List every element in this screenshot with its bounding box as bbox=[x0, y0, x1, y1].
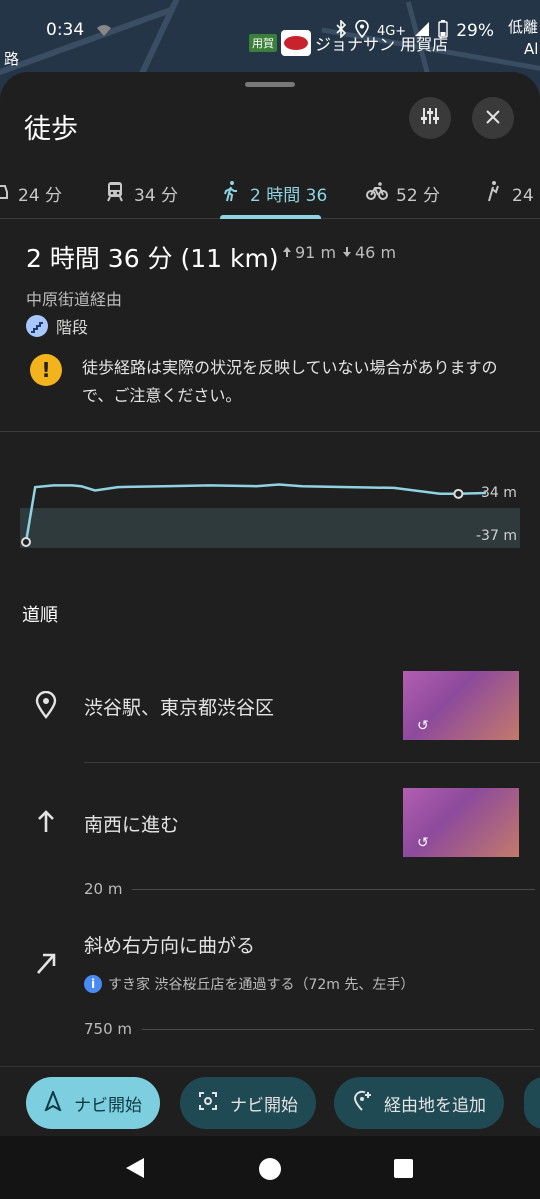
close-icon bbox=[485, 106, 501, 130]
tab-transit-label: 34 分 bbox=[134, 185, 179, 206]
direction-step[interactable]: 斜め右方向に曲がる i すき家 渋谷桜丘店を通過する（72m 先、左手） bbox=[0, 927, 540, 1027]
step-distance-value: 20 m bbox=[84, 880, 123, 898]
step-landmark-hint: i すき家 渋谷桜丘店を通過する（72m 先、左手） bbox=[84, 974, 414, 994]
back-icon[interactable] bbox=[124, 1156, 146, 1184]
step-distance: 20 m bbox=[84, 880, 536, 898]
tab-walk[interactable]: 2 時間 36 bbox=[220, 167, 327, 219]
ascent-value: 91 m bbox=[295, 243, 337, 262]
route-feature-label: 階段 bbox=[56, 318, 89, 337]
bike-icon bbox=[366, 180, 388, 207]
direction-step[interactable]: 南西に進む ↺ bbox=[0, 788, 540, 878]
status-right: 4G+ 29% bbox=[335, 19, 494, 42]
route-feature: 階段 bbox=[26, 314, 88, 338]
battery-percent: 29% bbox=[456, 21, 494, 41]
status-time: 0:34 bbox=[46, 20, 85, 40]
step-label: 渋谷駅、東京都渋谷区 bbox=[84, 697, 275, 719]
bluetooth-icon bbox=[335, 19, 347, 42]
step-label: 南西に進む bbox=[84, 814, 180, 836]
tab-transit[interactable]: 34 分 bbox=[104, 167, 178, 219]
tab-rideshare[interactable]: 24 分 bbox=[482, 167, 540, 219]
tune-icon bbox=[420, 106, 440, 131]
direction-step[interactable]: 渋谷駅、東京都渋谷区 ↺ bbox=[0, 671, 540, 766]
tab-walk-label: 2 時間 36 bbox=[250, 185, 328, 206]
network-type: 4G+ bbox=[376, 23, 407, 39]
recents-icon[interactable] bbox=[394, 1159, 413, 1182]
tab-bike-label: 52 分 bbox=[396, 185, 441, 206]
start-navigation-label: ナビ開始 bbox=[74, 1095, 142, 1116]
live-view-icon bbox=[198, 1091, 218, 1116]
battery-icon bbox=[438, 20, 448, 42]
info-icon: i bbox=[84, 975, 102, 993]
tab-car[interactable]: 24 分 bbox=[0, 167, 62, 219]
active-tab-indicator bbox=[220, 215, 321, 219]
elevation-chart-svg bbox=[20, 483, 520, 548]
close-button[interactable] bbox=[472, 97, 514, 139]
train-icon bbox=[104, 180, 126, 207]
location-icon bbox=[355, 19, 369, 42]
add-stop-icon bbox=[352, 1090, 372, 1117]
signal-icon bbox=[414, 21, 430, 41]
warning-text: 徒歩経路は実際の状況を反映していない場合がありますので、ご注意ください。 bbox=[82, 358, 498, 405]
rotate-360-icon: ↺ bbox=[417, 718, 429, 734]
live-view-button[interactable]: ナビ開始 bbox=[180, 1077, 316, 1129]
directions-sheet: 徒歩 24 分 34 分 2 時間 36 52 分 24 2 時間 36 分 (… bbox=[0, 72, 540, 1199]
step-distance-value: 750 m bbox=[84, 1020, 133, 1038]
step-label: 斜め右方向に曲がる bbox=[84, 935, 256, 957]
distance-line bbox=[132, 888, 536, 890]
arrow-up-small-icon bbox=[282, 243, 292, 262]
start-navigation-button[interactable]: ナビ開始 bbox=[26, 1077, 160, 1129]
warning-icon: ! bbox=[30, 354, 62, 386]
descent: 46 m bbox=[342, 243, 396, 262]
walk-icon bbox=[220, 180, 242, 207]
elevation-max-label: 34 m bbox=[481, 485, 517, 501]
route-options-button[interactable] bbox=[409, 97, 451, 139]
add-stop-button[interactable]: 経由地を追加 bbox=[334, 1077, 504, 1129]
tab-rideshare-label: 24 分 bbox=[512, 185, 540, 206]
place-pin-icon bbox=[32, 691, 60, 719]
system-navigation-bar bbox=[0, 1136, 540, 1199]
street-view-thumbnail[interactable]: ↺ bbox=[403, 671, 519, 740]
navigation-arrow-icon bbox=[44, 1088, 62, 1116]
arrow-down-small-icon bbox=[342, 243, 352, 262]
travel-mode-tabs: 24 分 34 分 2 時間 36 52 分 24 分 bbox=[0, 167, 540, 219]
elevation-min-label: -37 m bbox=[476, 528, 517, 544]
route-via: 中原街道経由 bbox=[26, 290, 123, 309]
step-distance: 750 m bbox=[84, 1020, 535, 1038]
turn-slight-right-icon bbox=[32, 949, 60, 977]
route-duration-distance: 2 時間 36 分 (11 km) bbox=[26, 244, 279, 273]
divider bbox=[0, 431, 540, 432]
rotate-360-icon: ↺ bbox=[417, 835, 429, 851]
more-actions-chip[interactable] bbox=[524, 1077, 540, 1129]
elevation-chart: 34 m -37 m bbox=[20, 472, 520, 552]
car-icon bbox=[0, 180, 10, 207]
street-view-thumbnail[interactable]: ↺ bbox=[403, 788, 519, 857]
home-icon[interactable] bbox=[258, 1157, 282, 1185]
wifi-question-icon bbox=[96, 22, 112, 41]
status-bar: 0:34 4G+ 29% bbox=[0, 0, 540, 62]
tab-bike[interactable]: 52 分 bbox=[366, 167, 440, 219]
tab-car-label: 24 分 bbox=[18, 185, 63, 206]
elevation-end-point bbox=[453, 488, 464, 499]
elevation-start-point bbox=[21, 537, 31, 547]
distance-line bbox=[142, 1028, 535, 1030]
live-view-label: ナビ開始 bbox=[230, 1095, 298, 1116]
stairs-icon bbox=[26, 315, 48, 337]
landmark-hint-text: すき家 渋谷桜丘店を通過する（72m 先、左手） bbox=[108, 977, 415, 993]
rideshare-icon bbox=[482, 180, 504, 207]
directions-title: 道順 bbox=[22, 605, 58, 626]
sheet-title: 徒歩 bbox=[24, 114, 78, 145]
bottom-action-bar: ナビ開始 ナビ開始 経由地を追加 bbox=[0, 1066, 540, 1136]
step-divider bbox=[84, 762, 540, 763]
add-stop-label: 経由地を追加 bbox=[384, 1095, 486, 1116]
descent-value: 46 m bbox=[355, 243, 397, 262]
route-warning: ! 徒歩経路は実際の状況を反映していない場合がありますので、ご注意ください。 bbox=[30, 354, 522, 410]
drag-handle[interactable] bbox=[245, 82, 295, 87]
arrow-up-icon bbox=[32, 808, 60, 836]
ascent: 91 m bbox=[282, 243, 336, 262]
elevation-chart-band bbox=[20, 508, 520, 548]
